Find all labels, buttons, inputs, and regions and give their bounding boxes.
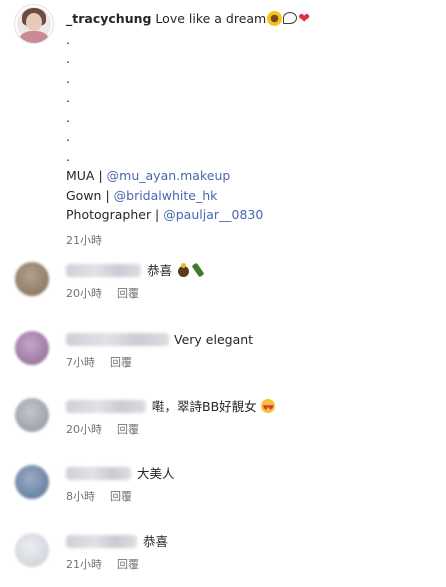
reply-button[interactable]: 回覆: [117, 287, 139, 300]
comment-timestamp[interactable]: 20小時: [66, 423, 102, 436]
author-avatar[interactable]: [15, 5, 53, 43]
heart-eyes-icon: [260, 399, 275, 417]
comment-timestamp[interactable]: 20小時: [66, 287, 102, 300]
commenter-avatar[interactable]: [15, 465, 49, 499]
caption-dot: .: [66, 109, 70, 125]
caption-dot: .: [66, 129, 70, 144]
mention-link[interactable]: @bridalwhite_hk: [114, 188, 218, 203]
commenter-username-blurred[interactable]: [66, 400, 146, 413]
comment-text: 恭喜: [147, 263, 173, 278]
commenter-avatar[interactable]: [15, 398, 49, 432]
comment-timestamp[interactable]: 7小時: [66, 356, 95, 369]
reply-button[interactable]: 回覆: [117, 423, 139, 436]
author-username[interactable]: _tracychung: [66, 11, 151, 26]
commenter-avatar[interactable]: [15, 533, 49, 567]
reply-button[interactable]: 回覆: [110, 356, 132, 369]
reply-button[interactable]: 回覆: [117, 558, 139, 571]
credit-label: Photographer |: [66, 207, 164, 222]
comment-timestamp[interactable]: 8小時: [66, 490, 95, 503]
comment-text: 大美人: [137, 466, 175, 481]
bottle-icon: [191, 262, 205, 278]
commenter-username-blurred[interactable]: [66, 467, 131, 480]
caption-dot: .: [66, 90, 70, 105]
credit-mua: MUA | @mu_ayan.makeup: [66, 166, 436, 186]
credit-label: MUA |: [66, 168, 107, 183]
party-icon: [176, 263, 190, 277]
comment-text: 嚡，翠詩BB好靚女: [152, 399, 257, 414]
credit-photographer: Photographer | @pauljar__0830: [66, 205, 436, 225]
caption-dot: .: [66, 70, 70, 86]
mention-link[interactable]: @mu_ayan.makeup: [107, 168, 231, 183]
caption-dot: .: [66, 148, 70, 164]
commenter-username-blurred[interactable]: [66, 333, 169, 346]
caption-first-line: _tracychung Love like a dream ❤: [66, 9, 436, 30]
commenter-username-blurred[interactable]: [66, 264, 141, 277]
commenter-username-blurred[interactable]: [66, 535, 137, 548]
commenter-avatar[interactable]: [15, 262, 49, 296]
comment-timestamp[interactable]: 21小時: [66, 558, 102, 571]
credit-label: Gown |: [66, 187, 114, 203]
commenter-avatar[interactable]: [15, 331, 49, 365]
heart-icon: ❤: [298, 11, 310, 27]
caption-dot: .: [66, 51, 70, 66]
post-timestamp[interactable]: 21小時: [66, 231, 436, 251]
credit-gown: Gown | @bridalwhite_hk: [66, 186, 436, 206]
comment-text: Very elegant: [174, 332, 254, 347]
caption-dot: .: [66, 31, 70, 47]
comment-text: 恭喜: [143, 534, 169, 549]
reply-button[interactable]: 回覆: [110, 490, 132, 503]
caption-text: Love like a dream: [155, 11, 267, 26]
speech-bubble-icon: [283, 12, 298, 24]
sunflower-icon: [267, 11, 283, 26]
post-caption: _tracychung Love like a dream ❤ . . . . .…: [66, 9, 436, 250]
mention-link[interactable]: @pauljar__0830: [163, 207, 263, 222]
